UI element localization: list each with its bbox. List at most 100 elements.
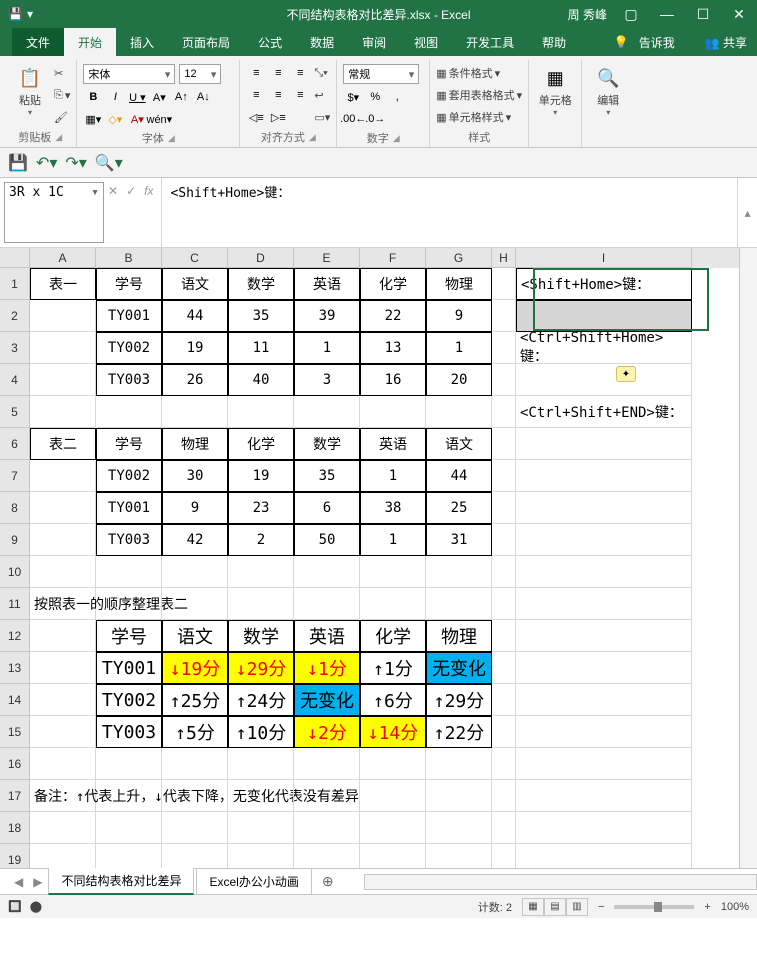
cell[interactable]: 物理 — [426, 268, 492, 300]
cell[interactable] — [360, 812, 426, 844]
align-middle-button[interactable]: ≡ — [268, 64, 288, 82]
maximize-button[interactable]: ☐ — [685, 0, 721, 28]
sheet-tab-active[interactable]: 不同结构表格对比差异 — [48, 868, 194, 895]
cell[interactable] — [516, 428, 692, 460]
cell[interactable] — [516, 844, 692, 868]
cell[interactable] — [492, 780, 516, 812]
tab-home[interactable]: 开始 — [64, 28, 116, 56]
cell[interactable] — [30, 812, 96, 844]
row-header-1[interactable]: 1 — [0, 268, 30, 300]
zoom-slider[interactable] — [614, 905, 694, 909]
cell[interactable] — [30, 684, 96, 716]
cell[interactable]: 1 — [360, 460, 426, 492]
cell[interactable]: 1 — [426, 332, 492, 364]
col-header-D[interactable]: D — [228, 248, 294, 268]
cell[interactable]: 1 — [294, 332, 360, 364]
cell[interactable] — [516, 652, 692, 684]
row-header-6[interactable]: 6 — [0, 428, 30, 460]
cell[interactable] — [96, 588, 162, 620]
cell[interactable]: 无变化 — [294, 684, 360, 716]
col-header-G[interactable]: G — [426, 248, 492, 268]
cell[interactable] — [516, 364, 692, 396]
cell[interactable]: 50 — [294, 524, 360, 556]
format-painter-button[interactable]: 🖌 — [54, 108, 70, 126]
tab-view[interactable]: 视图 — [400, 28, 452, 56]
increase-decimal-button[interactable]: .00← — [343, 110, 363, 128]
cell[interactable] — [516, 716, 692, 748]
cell[interactable]: ↑22分 — [426, 716, 492, 748]
row-header-11[interactable]: 11 — [0, 588, 30, 620]
cell[interactable] — [492, 460, 516, 492]
cell[interactable]: 11 — [228, 332, 294, 364]
cell[interactable]: 19 — [228, 460, 294, 492]
enter-icon[interactable]: ✓ — [126, 184, 136, 198]
vertical-scrollbar[interactable] — [739, 248, 757, 868]
align-bottom-button[interactable]: ≡ — [290, 64, 310, 82]
cell[interactable]: 9 — [162, 492, 228, 524]
fill-color-button[interactable]: ◇▾ — [105, 110, 125, 128]
cell-styles-button[interactable]: ▦ 单元格样式▾ — [436, 108, 522, 126]
cell[interactable] — [492, 812, 516, 844]
cell[interactable]: 39 — [294, 300, 360, 332]
cell[interactable] — [492, 524, 516, 556]
cell[interactable]: 学号 — [96, 268, 162, 300]
cell[interactable] — [228, 780, 294, 812]
sheet-area[interactable]: ABCDEFGHI 1表一学号语文数学英语化学物理<Shift+Home>键：2… — [0, 248, 757, 868]
cell[interactable] — [228, 812, 294, 844]
cell[interactable] — [492, 748, 516, 780]
cell[interactable]: 22 — [360, 300, 426, 332]
cell[interactable] — [30, 748, 96, 780]
cell[interactable] — [30, 716, 96, 748]
cell[interactable] — [162, 396, 228, 428]
col-header-C[interactable]: C — [162, 248, 228, 268]
cell[interactable] — [492, 844, 516, 868]
tab-nav-next[interactable]: ▶ — [29, 875, 46, 889]
print-preview-button[interactable]: 🔍▾ — [95, 153, 123, 173]
col-header-F[interactable]: F — [360, 248, 426, 268]
cell[interactable]: 3 — [294, 364, 360, 396]
row-header-12[interactable]: 12 — [0, 620, 30, 652]
cell[interactable] — [516, 300, 692, 332]
cell[interactable]: 英语 — [360, 428, 426, 460]
row-header-13[interactable]: 13 — [0, 652, 30, 684]
tab-file[interactable]: 文件 — [12, 28, 64, 56]
cell[interactable] — [516, 748, 692, 780]
cell[interactable] — [492, 332, 516, 364]
cell[interactable] — [360, 844, 426, 868]
cell[interactable] — [30, 556, 96, 588]
cell[interactable]: ↑29分 — [426, 684, 492, 716]
cell[interactable] — [228, 844, 294, 868]
cell[interactable]: TY001 — [96, 300, 162, 332]
row-header-18[interactable]: 18 — [0, 812, 30, 844]
tab-page-layout[interactable]: 页面布局 — [168, 28, 244, 56]
align-left-button[interactable]: ≡ — [246, 86, 266, 104]
cell[interactable] — [30, 524, 96, 556]
cell[interactable]: 30 — [162, 460, 228, 492]
cell[interactable]: 20 — [426, 364, 492, 396]
cell[interactable] — [96, 844, 162, 868]
row-header-16[interactable]: 16 — [0, 748, 30, 780]
cell[interactable] — [492, 396, 516, 428]
cancel-icon[interactable]: ✕ — [108, 184, 118, 198]
cell[interactable]: 26 — [162, 364, 228, 396]
cell[interactable] — [516, 460, 692, 492]
align-center-button[interactable]: ≡ — [268, 86, 288, 104]
cell[interactable] — [516, 588, 692, 620]
cell[interactable] — [516, 684, 692, 716]
row-header-8[interactable]: 8 — [0, 492, 30, 524]
font-name-combo[interactable]: 宋体▾ — [83, 64, 175, 84]
select-all-corner[interactable] — [0, 248, 30, 268]
cell[interactable]: ↑1分 — [360, 652, 426, 684]
cell[interactable]: 英语 — [294, 268, 360, 300]
cell[interactable]: 物理 — [426, 620, 492, 652]
cell[interactable] — [228, 556, 294, 588]
cell[interactable] — [492, 364, 516, 396]
indent-decrease-button[interactable]: ◁≡ — [246, 108, 266, 126]
cell[interactable]: 35 — [228, 300, 294, 332]
decrease-decimal-button[interactable]: .0→ — [365, 110, 385, 128]
cell[interactable] — [360, 396, 426, 428]
formula-expand-button[interactable]: ▴ — [737, 178, 757, 247]
cell[interactable]: 数学 — [228, 620, 294, 652]
cell[interactable]: 语文 — [162, 620, 228, 652]
cell[interactable]: 表二 — [30, 428, 96, 460]
